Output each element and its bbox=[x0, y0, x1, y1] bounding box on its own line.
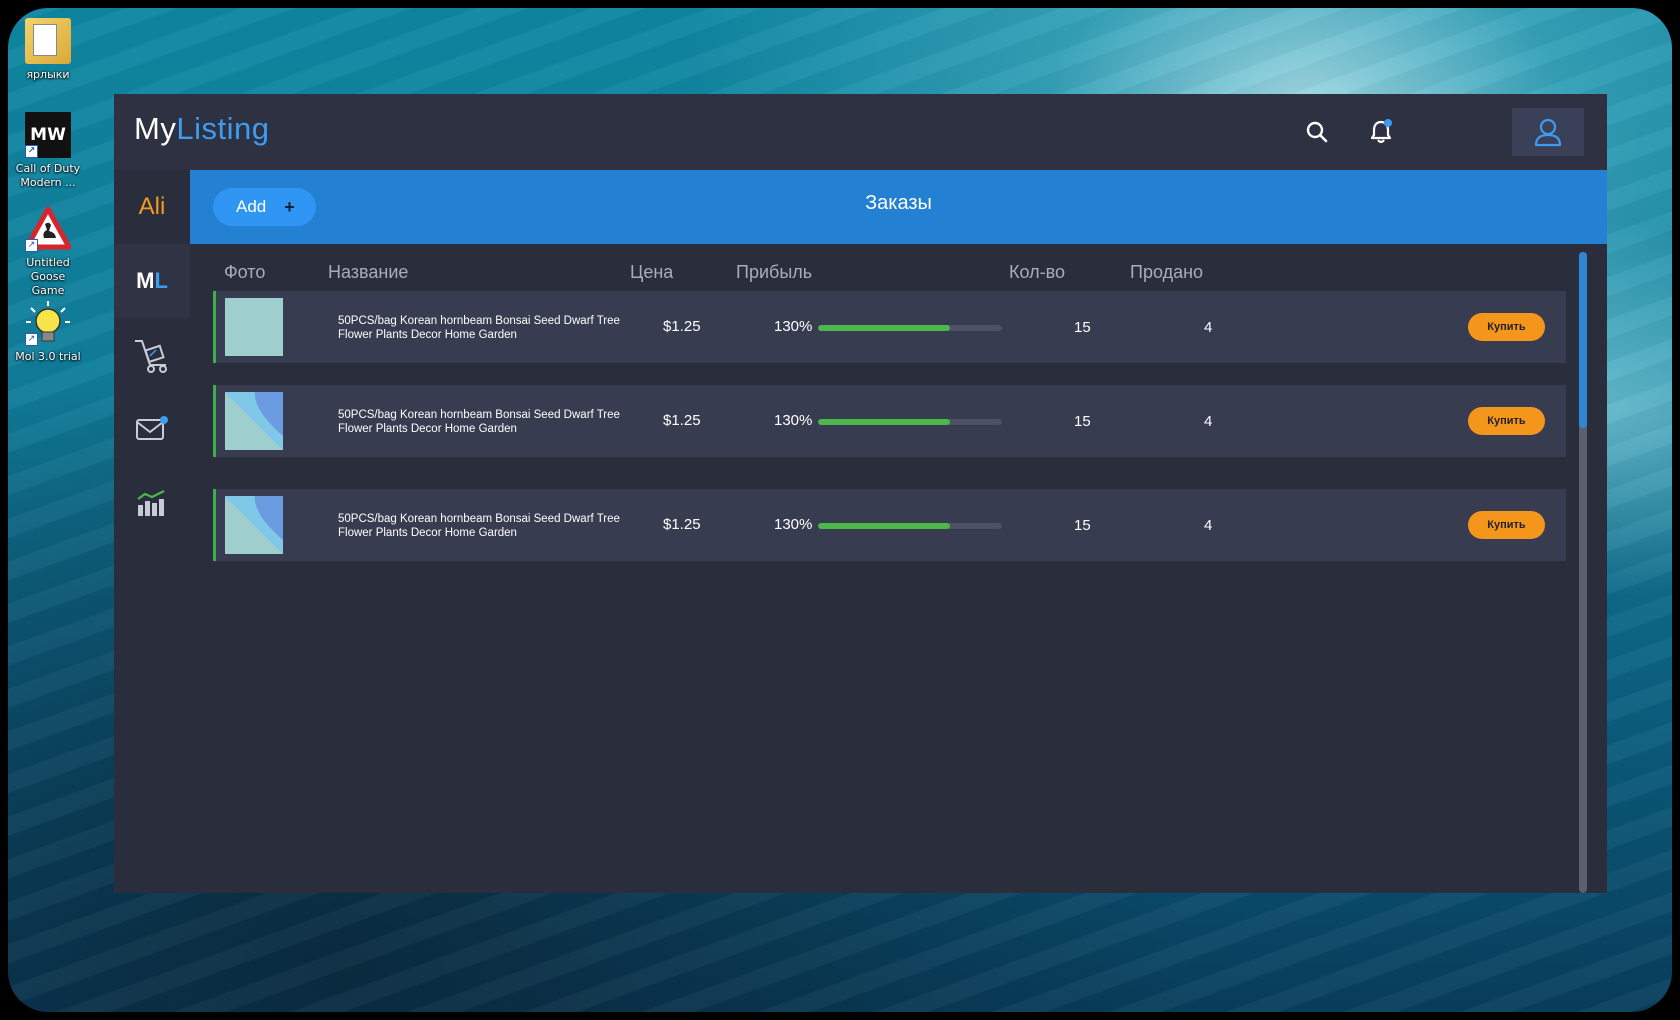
ml-label: ML bbox=[136, 268, 168, 294]
page-title: Заказы bbox=[865, 192, 932, 214]
column-header-profit: Прибыль bbox=[736, 262, 813, 282]
column-header-price: Цена bbox=[630, 262, 674, 282]
desktop-icon-label: ярлыки bbox=[26, 68, 70, 81]
mail-icon bbox=[136, 416, 168, 440]
product-sold: 4 bbox=[1204, 319, 1213, 336]
scrollbar-thumb[interactable] bbox=[1579, 252, 1587, 428]
lightbulb-icon: ↗ bbox=[25, 300, 71, 346]
buy-button[interactable]: Купить bbox=[1468, 407, 1545, 435]
profile-button[interactable] bbox=[1512, 108, 1584, 156]
product-photo bbox=[225, 392, 283, 450]
sidebar-item-cart[interactable] bbox=[114, 318, 190, 392]
sidebar-item-ali[interactable]: Ali bbox=[114, 170, 190, 244]
table-row[interactable]: 50PCS/bag Korean hornbeam Bonsai Seed Dw… bbox=[213, 489, 1566, 561]
desktop-icon-label: Untitled Goose Game bbox=[26, 256, 70, 297]
orders-table: Фото Название Цена Прибыль Кол-во Продан… bbox=[190, 244, 1607, 893]
mylisting-app-window: MyListing Ali ML Add + Заказы Фото Назва… bbox=[114, 94, 1607, 893]
product-qty: 15 bbox=[1074, 413, 1091, 430]
user-icon bbox=[1534, 118, 1562, 147]
desktop-icon-label: Mol 3.0 trial bbox=[15, 350, 81, 363]
search-icon bbox=[1306, 121, 1328, 143]
table-row[interactable]: 50PCS/bag Korean hornbeam Bonsai Seed Dw… bbox=[213, 291, 1566, 363]
logo-prefix: My bbox=[134, 111, 177, 146]
ml-prefix: M bbox=[136, 268, 155, 293]
app-logo[interactable]: MyListing bbox=[134, 111, 269, 147]
top-bar: MyListing bbox=[114, 94, 1607, 170]
profit-bar bbox=[818, 523, 1002, 529]
sidebar-item-messages[interactable] bbox=[114, 392, 190, 466]
notifications-button[interactable] bbox=[1363, 114, 1399, 150]
product-qty: 15 bbox=[1074, 319, 1091, 336]
profit-bar-fill bbox=[818, 325, 951, 331]
sidebar-item-analytics[interactable] bbox=[114, 466, 190, 540]
buy-button[interactable]: Купить bbox=[1468, 313, 1545, 341]
profit-percent: 130% bbox=[774, 516, 813, 533]
product-qty: 15 bbox=[1074, 517, 1091, 534]
product-sold: 4 bbox=[1204, 517, 1213, 534]
goose-sign-icon: ↗ bbox=[24, 206, 72, 252]
product-price: $1.25 bbox=[663, 412, 701, 429]
profit-bar-fill bbox=[818, 419, 951, 425]
shortcut-arrow-icon: ↗ bbox=[25, 333, 38, 346]
desktop-icon-label: Call of Duty Modern ... bbox=[15, 162, 81, 189]
ml-suffix: L bbox=[154, 268, 168, 293]
column-header-name: Название bbox=[328, 262, 409, 282]
profit-percent: 130% bbox=[774, 412, 813, 429]
search-button[interactable] bbox=[1299, 114, 1335, 150]
product-price: $1.25 bbox=[663, 516, 701, 533]
profit-percent: 130% bbox=[774, 318, 813, 335]
desktop-icon-shortcuts[interactable]: ярлыки bbox=[14, 18, 82, 82]
sidebar-item-ml[interactable]: ML bbox=[114, 244, 190, 318]
buy-button[interactable]: Купить bbox=[1468, 511, 1545, 539]
folder-icon bbox=[25, 18, 71, 64]
ali-label: Ali bbox=[138, 193, 166, 220]
notification-dot bbox=[1384, 119, 1392, 127]
column-header-qty: Кол-во bbox=[1009, 262, 1065, 282]
desktop-icon-goose-game[interactable]: ↗ Untitled Goose Game bbox=[14, 206, 82, 298]
desktop-icon-mol-trial[interactable]: ↗ Mol 3.0 trial bbox=[14, 300, 82, 364]
profit-bar bbox=[818, 419, 1002, 425]
scrollbar[interactable] bbox=[1579, 252, 1587, 893]
shortcut-arrow-icon: ↗ bbox=[25, 145, 38, 158]
orders-header: Add + Заказы bbox=[190, 170, 1607, 244]
product-name: 50PCS/bag Korean hornbeam Bonsai Seed Dw… bbox=[338, 315, 620, 341]
profit-bar bbox=[818, 325, 1002, 331]
product-name: 50PCS/bag Korean hornbeam Bonsai Seed Dw… bbox=[338, 513, 620, 539]
profit-bar-fill bbox=[818, 523, 951, 529]
shortcut-arrow-icon: ↗ bbox=[25, 239, 38, 252]
logo-suffix: Listing bbox=[176, 111, 270, 146]
column-header-photo: Фото bbox=[224, 262, 266, 282]
product-sold: 4 bbox=[1204, 413, 1213, 430]
desktop-icon-call-of-duty[interactable]: MW ↗ Call of Duty Modern ... bbox=[14, 112, 82, 190]
column-header-sold: Продано bbox=[1130, 262, 1204, 282]
product-photo bbox=[225, 298, 283, 356]
chart-icon bbox=[137, 490, 165, 516]
product-price: $1.25 bbox=[663, 318, 701, 335]
sidebar: Ali ML bbox=[114, 170, 190, 893]
product-name: 50PCS/bag Korean hornbeam Bonsai Seed Dw… bbox=[338, 409, 620, 435]
mw-logo-icon: MW ↗ bbox=[25, 112, 71, 158]
table-row[interactable]: 50PCS/bag Korean hornbeam Bonsai Seed Dw… bbox=[213, 385, 1566, 457]
product-photo bbox=[225, 496, 283, 554]
cart-icon bbox=[135, 340, 167, 373]
